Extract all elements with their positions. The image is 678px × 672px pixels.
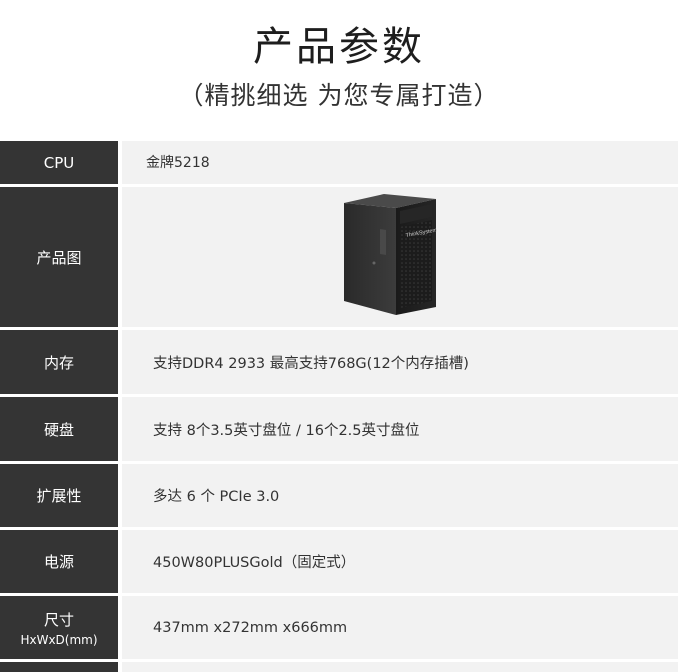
server-side-latch (380, 229, 386, 255)
spec-label: 电源 (0, 530, 118, 593)
spec-label-text: CPU (43, 153, 75, 172)
spec-row-power: 电源 450W80PLUSGold（固定式） (0, 530, 678, 596)
spec-label (0, 662, 118, 672)
spec-row-storage: 硬盘 支持 8个3.5英寸盘位 / 16个2.5英寸盘位 (0, 397, 678, 464)
spec-label-text: 硬盘 (43, 420, 74, 439)
server-side (344, 203, 396, 315)
spec-row-dimensions: 尺寸 HxWxD(mm) 437mm x272mm x666mm (0, 596, 678, 662)
spec-row-memory: 内存 支持DDR4 2933 最高支持768G(12个内存插槽) (0, 330, 678, 397)
spec-value: 支持 8个3.5英寸盘位 / 16个2.5英寸盘位 (122, 397, 678, 461)
spec-label: 硬盘 (0, 397, 118, 461)
spec-label-subtext: HxWxD(mm) (20, 632, 98, 647)
spec-row-partial (0, 662, 678, 672)
spec-value (122, 662, 678, 672)
spec-value: 437mm x272mm x666mm (122, 596, 678, 659)
page-title: 产品参数 (253, 24, 425, 70)
spec-label: 内存 (0, 330, 118, 394)
spec-value-image-cell: ThinkSystem (122, 187, 678, 327)
spec-label-text: 产品图 (36, 248, 82, 267)
spec-label-text: 尺寸 (43, 610, 74, 629)
spec-table: CPU 金牌5218 产品图 ThinkSystem 内存 支持DDR4 293… (0, 141, 678, 672)
spec-label: 产品图 (0, 187, 118, 327)
spec-label: 扩展性 (0, 464, 118, 527)
spec-row-expansion: 扩展性 多达 6 个 PCIe 3.0 (0, 464, 678, 530)
server-side-knob (372, 261, 376, 265)
spec-label: 尺寸 HxWxD(mm) (0, 596, 118, 659)
spec-label: CPU (0, 141, 118, 184)
spec-label-text: 扩展性 (36, 487, 82, 505)
spec-value: 450W80PLUSGold（固定式） (122, 530, 678, 593)
spec-row-cpu: CPU 金牌5218 (0, 141, 678, 187)
product-image: ThinkSystem (122, 187, 678, 327)
spec-value: 支持DDR4 2933 最高支持768G(12个内存插槽) (122, 330, 678, 394)
spec-row-product-image: 产品图 ThinkSystem (0, 187, 678, 330)
page-subtitle: （精挑细选 为您专属打造） (178, 81, 500, 110)
spec-value: 多达 6 个 PCIe 3.0 (122, 464, 678, 527)
tower-server-icon: ThinkSystem (344, 194, 438, 315)
spec-label-text: 内存 (43, 353, 74, 372)
page-header: 产品参数 （精挑细选 为您专属打造） (0, 0, 678, 140)
spec-value: 金牌5218 (122, 141, 678, 184)
spec-label-text: 电源 (43, 553, 74, 571)
